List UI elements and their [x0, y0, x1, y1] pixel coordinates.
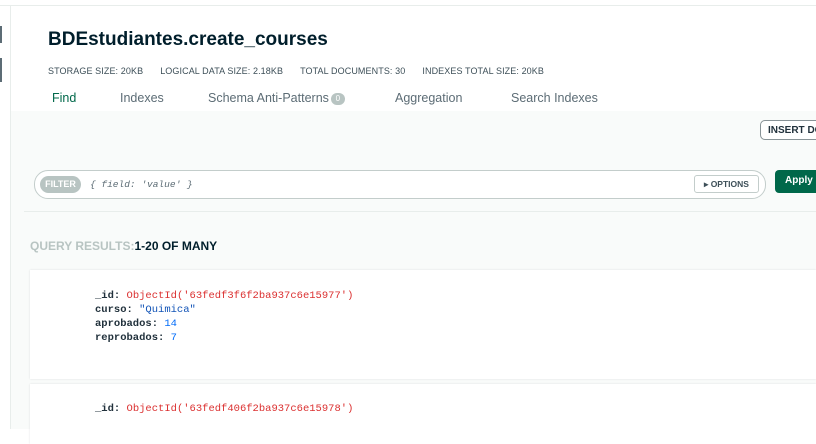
- filter-label: FILTER: [40, 176, 81, 193]
- tab-indexes[interactable]: Indexes: [120, 91, 164, 105]
- sidebar-resize-handle[interactable]: [0, 58, 2, 82]
- tab-find[interactable]: Find: [52, 91, 76, 105]
- field-id: _id: ObjectId('63fedf406f2ba937c6e15978'…: [95, 403, 354, 415]
- sidebar-resize-handle[interactable]: [0, 26, 2, 43]
- insert-document-button[interactable]: INSERT DOCUMENT: [760, 120, 816, 140]
- tab-schema-anti-patterns[interactable]: Schema Anti-Patterns 0: [208, 91, 345, 105]
- tab-aggregation[interactable]: Aggregation: [395, 91, 462, 105]
- top-border: [0, 5, 816, 6]
- stat-total-documents: TOTAL DOCUMENTS: 30: [300, 66, 406, 76]
- document-card[interactable]: _id: ObjectId('63fedf3f6f2ba937c6e15977'…: [30, 270, 816, 379]
- field-reprobados: reprobados: 7: [95, 332, 177, 344]
- document-card[interactable]: _id: ObjectId('63fedf406f2ba937c6e15978'…: [30, 384, 816, 444]
- stat-logical-data-size: LOGICAL DATA SIZE: 2.18KB: [160, 66, 284, 76]
- divider: [24, 211, 816, 212]
- query-results-header: QUERY RESULTS:1-20 OF MANY: [30, 239, 218, 253]
- stat-storage-size: STORAGE SIZE: 20KB: [48, 66, 144, 76]
- apply-button[interactable]: Apply: [775, 170, 816, 193]
- filter-input[interactable]: [90, 175, 670, 194]
- options-button[interactable]: ▸ OPTIONS: [694, 175, 759, 193]
- tab-search-indexes[interactable]: Search Indexes: [511, 91, 598, 105]
- stat-indexes-total-size: INDEXES TOTAL SIZE: 20KB: [422, 66, 544, 76]
- count-badge: 0: [330, 92, 345, 105]
- field-aprobados: aprobados: 14: [95, 318, 177, 330]
- collection-stats: STORAGE SIZE: 20KB LOGICAL DATA SIZE: 2.…: [48, 66, 544, 76]
- query-bar: FILTER ▸ OPTIONS: [34, 170, 766, 199]
- field-id: _id: ObjectId('63fedf3f6f2ba937c6e15977'…: [95, 290, 354, 302]
- caret-right-icon: ▸: [704, 179, 709, 189]
- collection-title: BDEstudiantes.create_courses: [48, 29, 328, 50]
- tab-label: Schema Anti-Patterns: [208, 91, 329, 105]
- field-curso: curso: "Quimica": [95, 304, 196, 316]
